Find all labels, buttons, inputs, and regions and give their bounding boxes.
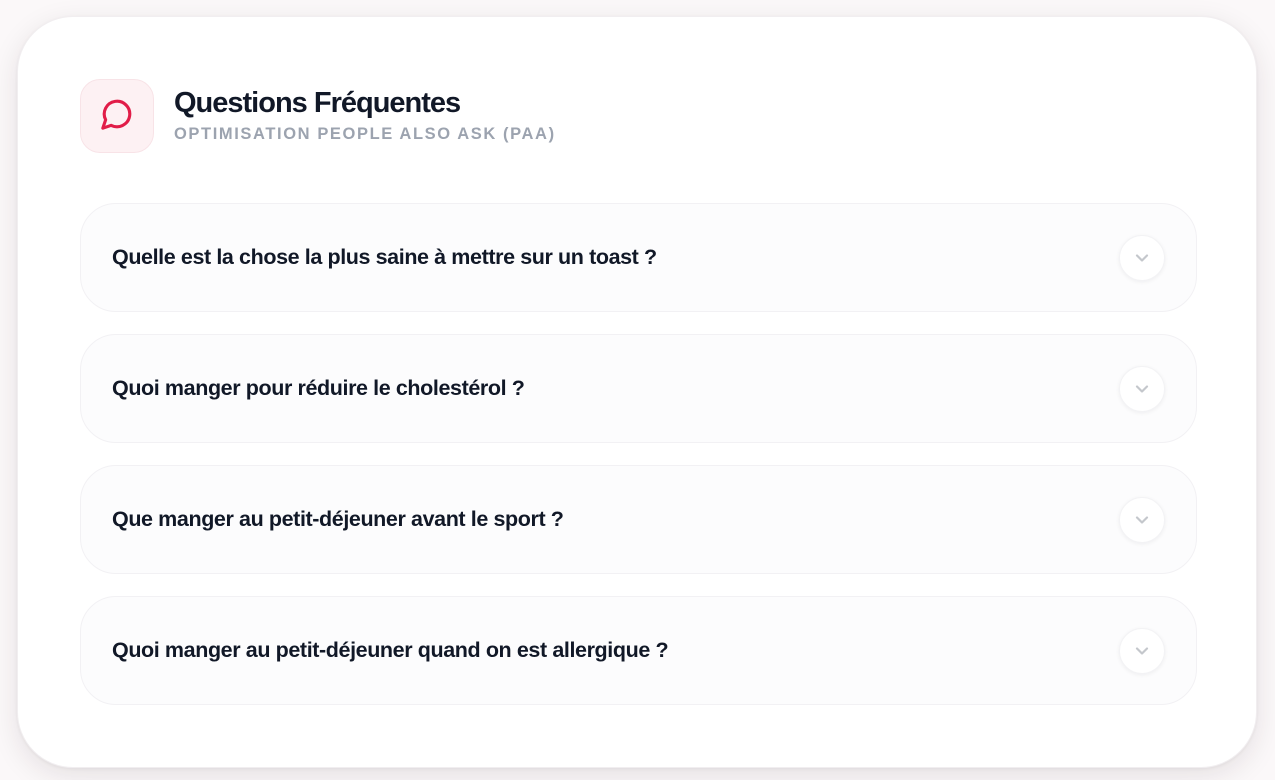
chat-bubble-icon: [100, 97, 134, 136]
chevron-down-icon[interactable]: [1119, 234, 1165, 281]
faq-item[interactable]: Quoi manger au petit-déjeuner quand on e…: [80, 596, 1197, 705]
chevron-down-icon[interactable]: [1119, 365, 1165, 412]
page-title: Questions Fréquentes: [174, 86, 461, 119]
chat-icon-container: [80, 79, 154, 153]
faq-header: Questions Fréquentes OPTIMISATION PEOPLE…: [80, 79, 556, 153]
faq-item[interactable]: Quoi manger pour réduire le cholestérol …: [80, 334, 1197, 443]
faq-question: Quelle est la chose la plus saine à mett…: [112, 245, 657, 269]
faq-item[interactable]: Quelle est la chose la plus saine à mett…: [80, 203, 1197, 312]
faq-question: Quoi manger au petit-déjeuner quand on e…: [112, 638, 669, 662]
faq-question: Quoi manger pour réduire le cholestérol …: [112, 376, 525, 400]
faq-card: Questions Fréquentes OPTIMISATION PEOPLE…: [17, 16, 1257, 768]
faq-question: Que manger au petit-déjeuner avant le sp…: [112, 507, 564, 531]
faq-item[interactable]: Que manger au petit-déjeuner avant le sp…: [80, 465, 1197, 574]
page-subtitle: OPTIMISATION PEOPLE ALSO ASK (PAA): [174, 124, 556, 143]
header-titles: Questions Fréquentes OPTIMISATION PEOPLE…: [174, 85, 556, 144]
chevron-down-icon[interactable]: [1119, 496, 1165, 543]
faq-list: Quelle est la chose la plus saine à mett…: [80, 203, 1197, 727]
chevron-down-icon[interactable]: [1119, 627, 1165, 674]
